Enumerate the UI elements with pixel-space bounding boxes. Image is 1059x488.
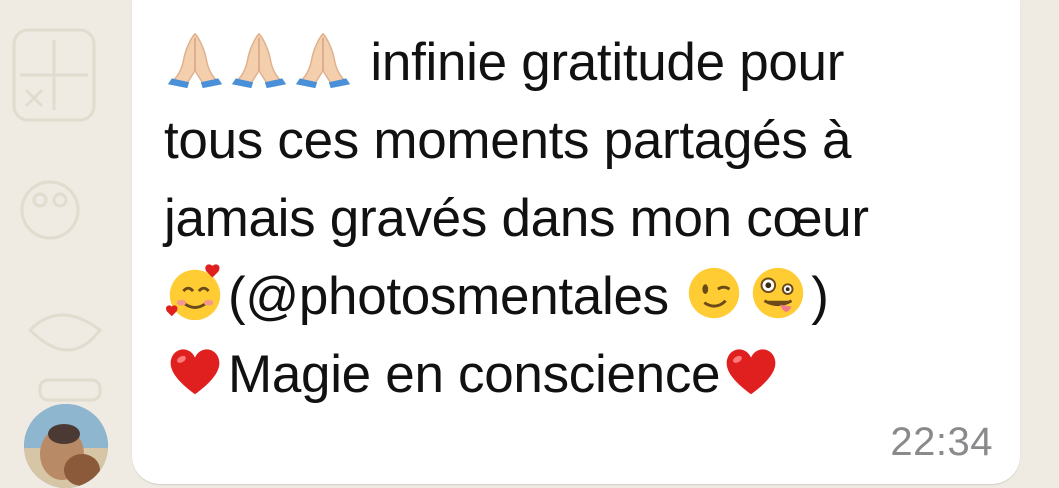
avatar[interactable] <box>24 404 108 488</box>
red-heart-icon <box>164 340 226 402</box>
message-text-line-4b: ) <box>811 267 829 326</box>
message-timestamp: 22:34 <box>890 420 993 464</box>
red-heart-icon <box>720 340 782 402</box>
message-line-3: jamais gravés dans mon cœur <box>164 189 869 248</box>
right-edge-background <box>1023 0 1059 486</box>
smiling-face-with-hearts-icon <box>164 262 226 324</box>
message-line-1: infinie gratitude pour <box>164 24 1004 102</box>
message-line-5: Magie en conscience <box>164 336 1004 414</box>
folded-hands-icon <box>164 28 226 90</box>
zany-face-icon <box>747 262 809 324</box>
message-line-2: tous ces moments partagés à <box>164 111 852 170</box>
winking-face-icon <box>683 262 745 324</box>
message-text-line-1: infinie gratitude pour <box>356 33 845 92</box>
message-text-line-4a: (@photosmentales <box>228 267 684 326</box>
message-text: infinie gratitude pour tous ces moments … <box>164 24 1004 414</box>
message-text-line-5: Magie en conscience <box>228 345 721 404</box>
folded-hands-icon <box>228 28 290 90</box>
message-line-4: (@photosmentales ) <box>164 258 1004 336</box>
folded-hands-icon <box>292 28 354 90</box>
